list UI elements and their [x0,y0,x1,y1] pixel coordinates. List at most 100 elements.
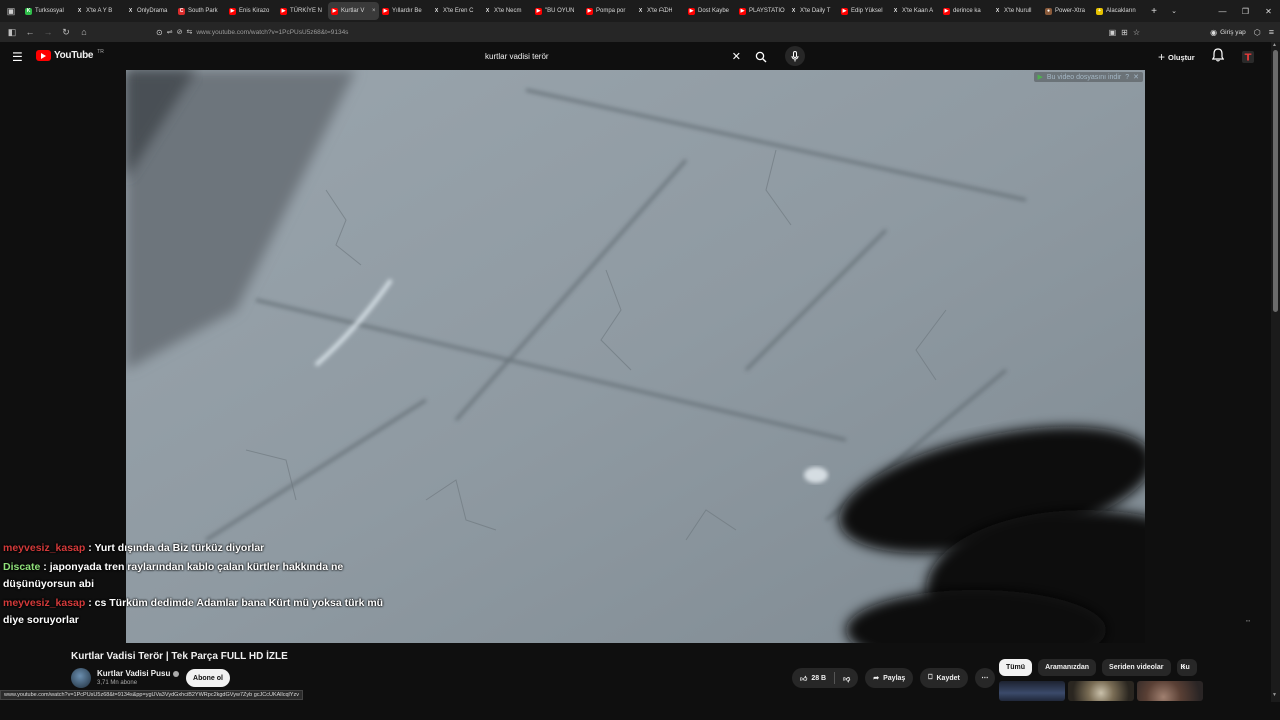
minimize-icon[interactable]: — [1211,0,1234,22]
chat-message: meyvesiz_kasap : cs Türküm dedimde Adaml… [3,595,393,629]
browser-tab[interactable]: X X'te ᗩᗪᕼ [634,2,685,20]
channel-avatar[interactable] [71,668,91,688]
notifications-icon[interactable] [1211,48,1225,67]
tab-title: PLAYSTATIO [749,8,785,14]
thumbs-down-icon: 👎︎ [843,675,851,683]
clear-search-icon[interactable]: ✕ [732,50,741,63]
browser-tab[interactable]: X X'te Necm [481,2,532,20]
browser-tab[interactable]: ▶ Pompa por [583,2,634,20]
browser-tab[interactable]: ▶ Enis Kirazo [226,2,277,20]
picture-in-picture-icon[interactable]: ▣ [1109,28,1117,37]
bookmark-star-icon[interactable]: ☆ [1133,28,1140,37]
camera-off-icon[interactable]: ⊘ [177,28,183,36]
scroll-up-icon[interactable]: ▲ [1272,42,1277,48]
related-video-thumbnail[interactable] [999,681,1065,701]
signin-button[interactable]: ◉ Giriş yap [1210,28,1246,37]
download-arrow-icon: ▶ [1037,74,1043,81]
extensions-icon[interactable]: ⬡ [1254,28,1261,37]
tab-list-dropdown-icon[interactable]: ⌄ [1164,7,1184,15]
share-button[interactable]: ➦ Paylaş [865,668,914,688]
close-window-icon[interactable]: ✕ [1257,0,1280,22]
bookmark-icon: ⎕ [928,674,933,681]
voice-search-button[interactable] [785,46,805,66]
browser-more-icon[interactable]: ≡ [1269,27,1274,37]
search-input[interactable]: kurtlar vadisi terör ✕ [479,46,749,67]
more-actions-button[interactable]: ⋯ [974,668,995,688]
reload-icon[interactable]: ↻ [57,23,75,41]
browser-tab[interactable]: X X'te Kaan A [889,2,940,20]
restore-icon[interactable]: ❐ [1234,0,1257,22]
sidebar-toggle-icon[interactable]: ◧ [3,23,21,41]
tab-title: Turksosyal [35,8,64,14]
related-video-thumbnail[interactable] [1068,681,1134,701]
browser-tab[interactable]: + Alacakların [1093,2,1144,20]
filter-chip[interactable]: Tümü [999,659,1033,676]
back-icon[interactable]: ← [21,23,39,41]
browser-tab[interactable]: ▶ Dost Kaybe [685,2,736,20]
banner-close-icon[interactable]: ✕ [1133,73,1139,81]
browser-tab[interactable]: X X'te Eren C [430,2,481,20]
youtube-logo-text: YouTube [54,50,94,61]
subscribe-button[interactable]: Abone ol [186,669,230,687]
permissions-icon[interactable]: ⇌ [167,28,173,36]
account-avatar[interactable]: T [1242,50,1254,64]
home-icon[interactable]: ⌂ [75,23,93,41]
browser-tab[interactable]: ▶ derince ka [940,2,991,20]
tab-title: Pompa por [596,8,626,14]
filter-chip[interactable]: Seriden videolar [1102,659,1171,676]
tab-favicon-icon: X [893,8,898,14]
download-video-banner[interactable]: ▶ Bu video dosyasını indir ? ✕ [1033,72,1143,82]
save-button[interactable]: ⎕ Kaydet [920,668,968,688]
related-video-thumbnails [999,681,1203,701]
chevron-right-icon[interactable]: › [1182,661,1185,672]
banner-help-icon[interactable]: ? [1125,74,1129,81]
browser-tab[interactable]: ▶ Yıllardır Be [379,2,430,20]
browser-tab[interactable]: X X'te A Y B [73,2,124,20]
page-bottom-edge [0,702,1280,720]
channel-name-link[interactable]: Kurtlar Vadisi Pusu [97,669,180,678]
site-info-icon[interactable]: ⊙ [156,28,163,37]
tab-list: K Turksosyal X X'te A Y B X OnlyDrama C South P… [22,0,1144,22]
new-tab-button[interactable]: + [1144,6,1164,17]
related-video-thumbnail[interactable] [1137,681,1203,701]
account-icon: ◉ [1210,27,1218,37]
create-button[interactable]: + Oluştur [1158,50,1195,64]
screenshot-icon[interactable]: ⊞ [1121,28,1128,37]
hamburger-menu-icon[interactable]: ☰ [12,50,23,64]
youtube-logo[interactable]: YouTube TR [36,49,104,61]
like-button[interactable]: 👍︎ 28 B [792,668,834,688]
tab-favicon-icon: X [791,8,796,14]
filter-chip[interactable]: Aramanızdan [1038,659,1097,676]
browser-menu-icon[interactable]: ▣ [0,0,22,22]
signin-label: Giriş yap [1220,28,1246,36]
browser-tab[interactable]: X OnlyDrama [124,2,175,20]
browser-tab[interactable]: X X'te Daily T [787,2,838,20]
browser-tab[interactable]: ▶ PLAYSTATIO [736,2,787,20]
browser-tab[interactable]: C South Park [175,2,226,20]
scroll-down-icon[interactable]: ▼ [1272,692,1277,698]
browser-tab[interactable]: ▶ Kurtlar V × [328,2,379,20]
url-text: www.youtube.com/watch?v=1PcPUsU5z68&t=91… [196,28,349,36]
browser-tab[interactable]: X X'te Nurull [991,2,1042,20]
browser-tab[interactable]: ▶ Edip Yüksel [838,2,889,20]
tab-title: TÜRKİYE N [290,8,323,14]
filter-chip[interactable]: Ku [1176,659,1197,676]
address-bar[interactable]: ⊙ ⇌ ⊘ ⇆ www.youtube.com/watch?v=1PcPUsU5… [150,24,1140,40]
browser-tab[interactable]: K Turksosyal [22,2,73,20]
tab-title: X'te Nurull [1004,8,1032,14]
tab-favicon-icon: ● [1045,7,1052,15]
scrollbar-thumb[interactable] [1273,50,1278,312]
translate-icon[interactable]: ⇆ [186,28,192,36]
chat-message: meyvesiz_kasap : Yurt dışında da Biz tür… [3,540,393,557]
dislike-button[interactable]: 👎︎ [835,668,858,688]
browser-tab[interactable]: ▶ TÜRKİYE N [277,2,328,20]
search-button[interactable] [751,46,771,67]
tab-favicon-icon: X [638,8,643,14]
tab-title: Dost Kaybe [698,8,730,14]
forward-icon[interactable]: → [39,23,57,41]
page-scrollbar[interactable]: ▲ ▼ [1271,42,1280,702]
browser-tab[interactable]: ● Power-Xtra [1042,2,1093,20]
window-controls: — ❐ ✕ [1211,0,1280,22]
close-tab-icon[interactable]: × [372,8,376,14]
browser-tab[interactable]: ▶ "BU OYUN [532,2,583,20]
